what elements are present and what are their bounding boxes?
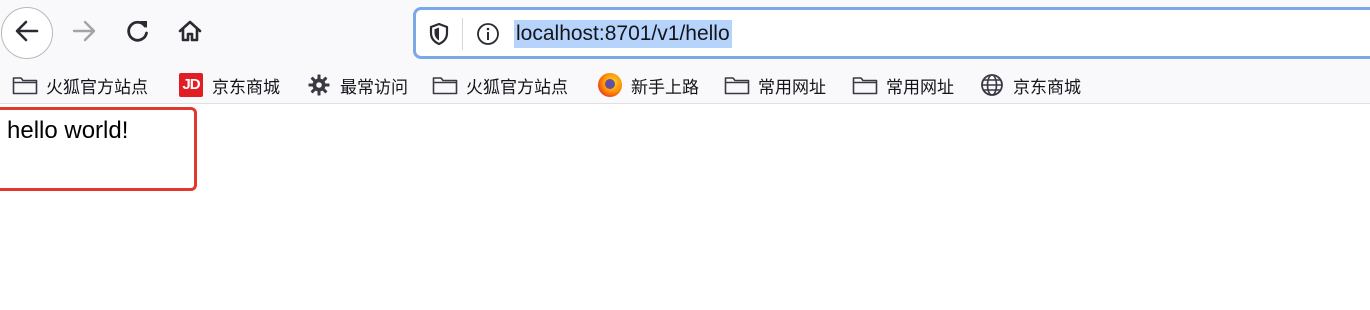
reload-icon [124,17,152,50]
bookmark-item-firefox-site-2[interactable]: 火狐官方站点 [432,71,568,99]
folder-icon [724,74,750,96]
jd-icon: JD [178,73,204,97]
bookmark-label: 常用网址 [886,77,954,97]
globe-icon [979,74,1005,96]
back-button[interactable] [1,7,53,59]
reload-button[interactable] [112,7,164,59]
folder-icon [852,74,878,96]
bookmark-item-jd[interactable]: JD 京东商城 [178,71,280,99]
bookmark-item-jd-2[interactable]: 京东商城 [979,71,1081,99]
response-text: hello world! [7,117,129,144]
bookmark-item-most-visited[interactable]: 最常访问 [306,71,408,99]
page-content: hello world! [0,105,1370,310]
url-text[interactable]: localhost:8701/v1/hello [514,20,732,48]
info-icon[interactable] [476,22,500,46]
bookmarks-bar: 火狐官方站点 JD 京东商城 最常访问 火狐官方站点 新手上路 常用网址 常用网… [0,66,1370,104]
arrow-left-icon [13,17,41,50]
bookmark-label: 火狐官方站点 [466,77,568,97]
shield-icon[interactable] [428,22,450,46]
bookmark-item-getting-started[interactable]: 新手上路 [597,71,699,99]
bookmark-label: 常用网址 [758,77,826,97]
bookmark-label: 京东商城 [212,77,280,97]
address-bar-divider [462,18,463,50]
bookmark-item-common-sites[interactable]: 常用网址 [724,71,826,99]
gear-icon [306,74,332,96]
bookmark-label: 火狐官方站点 [46,77,148,97]
address-bar[interactable]: localhost:8701/v1/hello [413,7,1370,59]
bookmark-label: 新手上路 [631,77,699,97]
bookmark-label: 京东商城 [1013,77,1081,97]
bookmark-item-firefox-site[interactable]: 火狐官方站点 [12,71,148,99]
folder-icon [12,74,38,96]
forward-button[interactable] [58,7,110,59]
bookmark-item-common-sites-2[interactable]: 常用网址 [852,71,954,99]
arrow-right-icon [70,17,98,50]
home-icon [176,17,204,50]
browser-toolbar: localhost:8701/v1/hello [0,0,1370,66]
home-button[interactable] [164,7,216,59]
firefox-icon [597,73,623,97]
bookmark-label: 最常访问 [340,77,408,97]
folder-icon [432,74,458,96]
